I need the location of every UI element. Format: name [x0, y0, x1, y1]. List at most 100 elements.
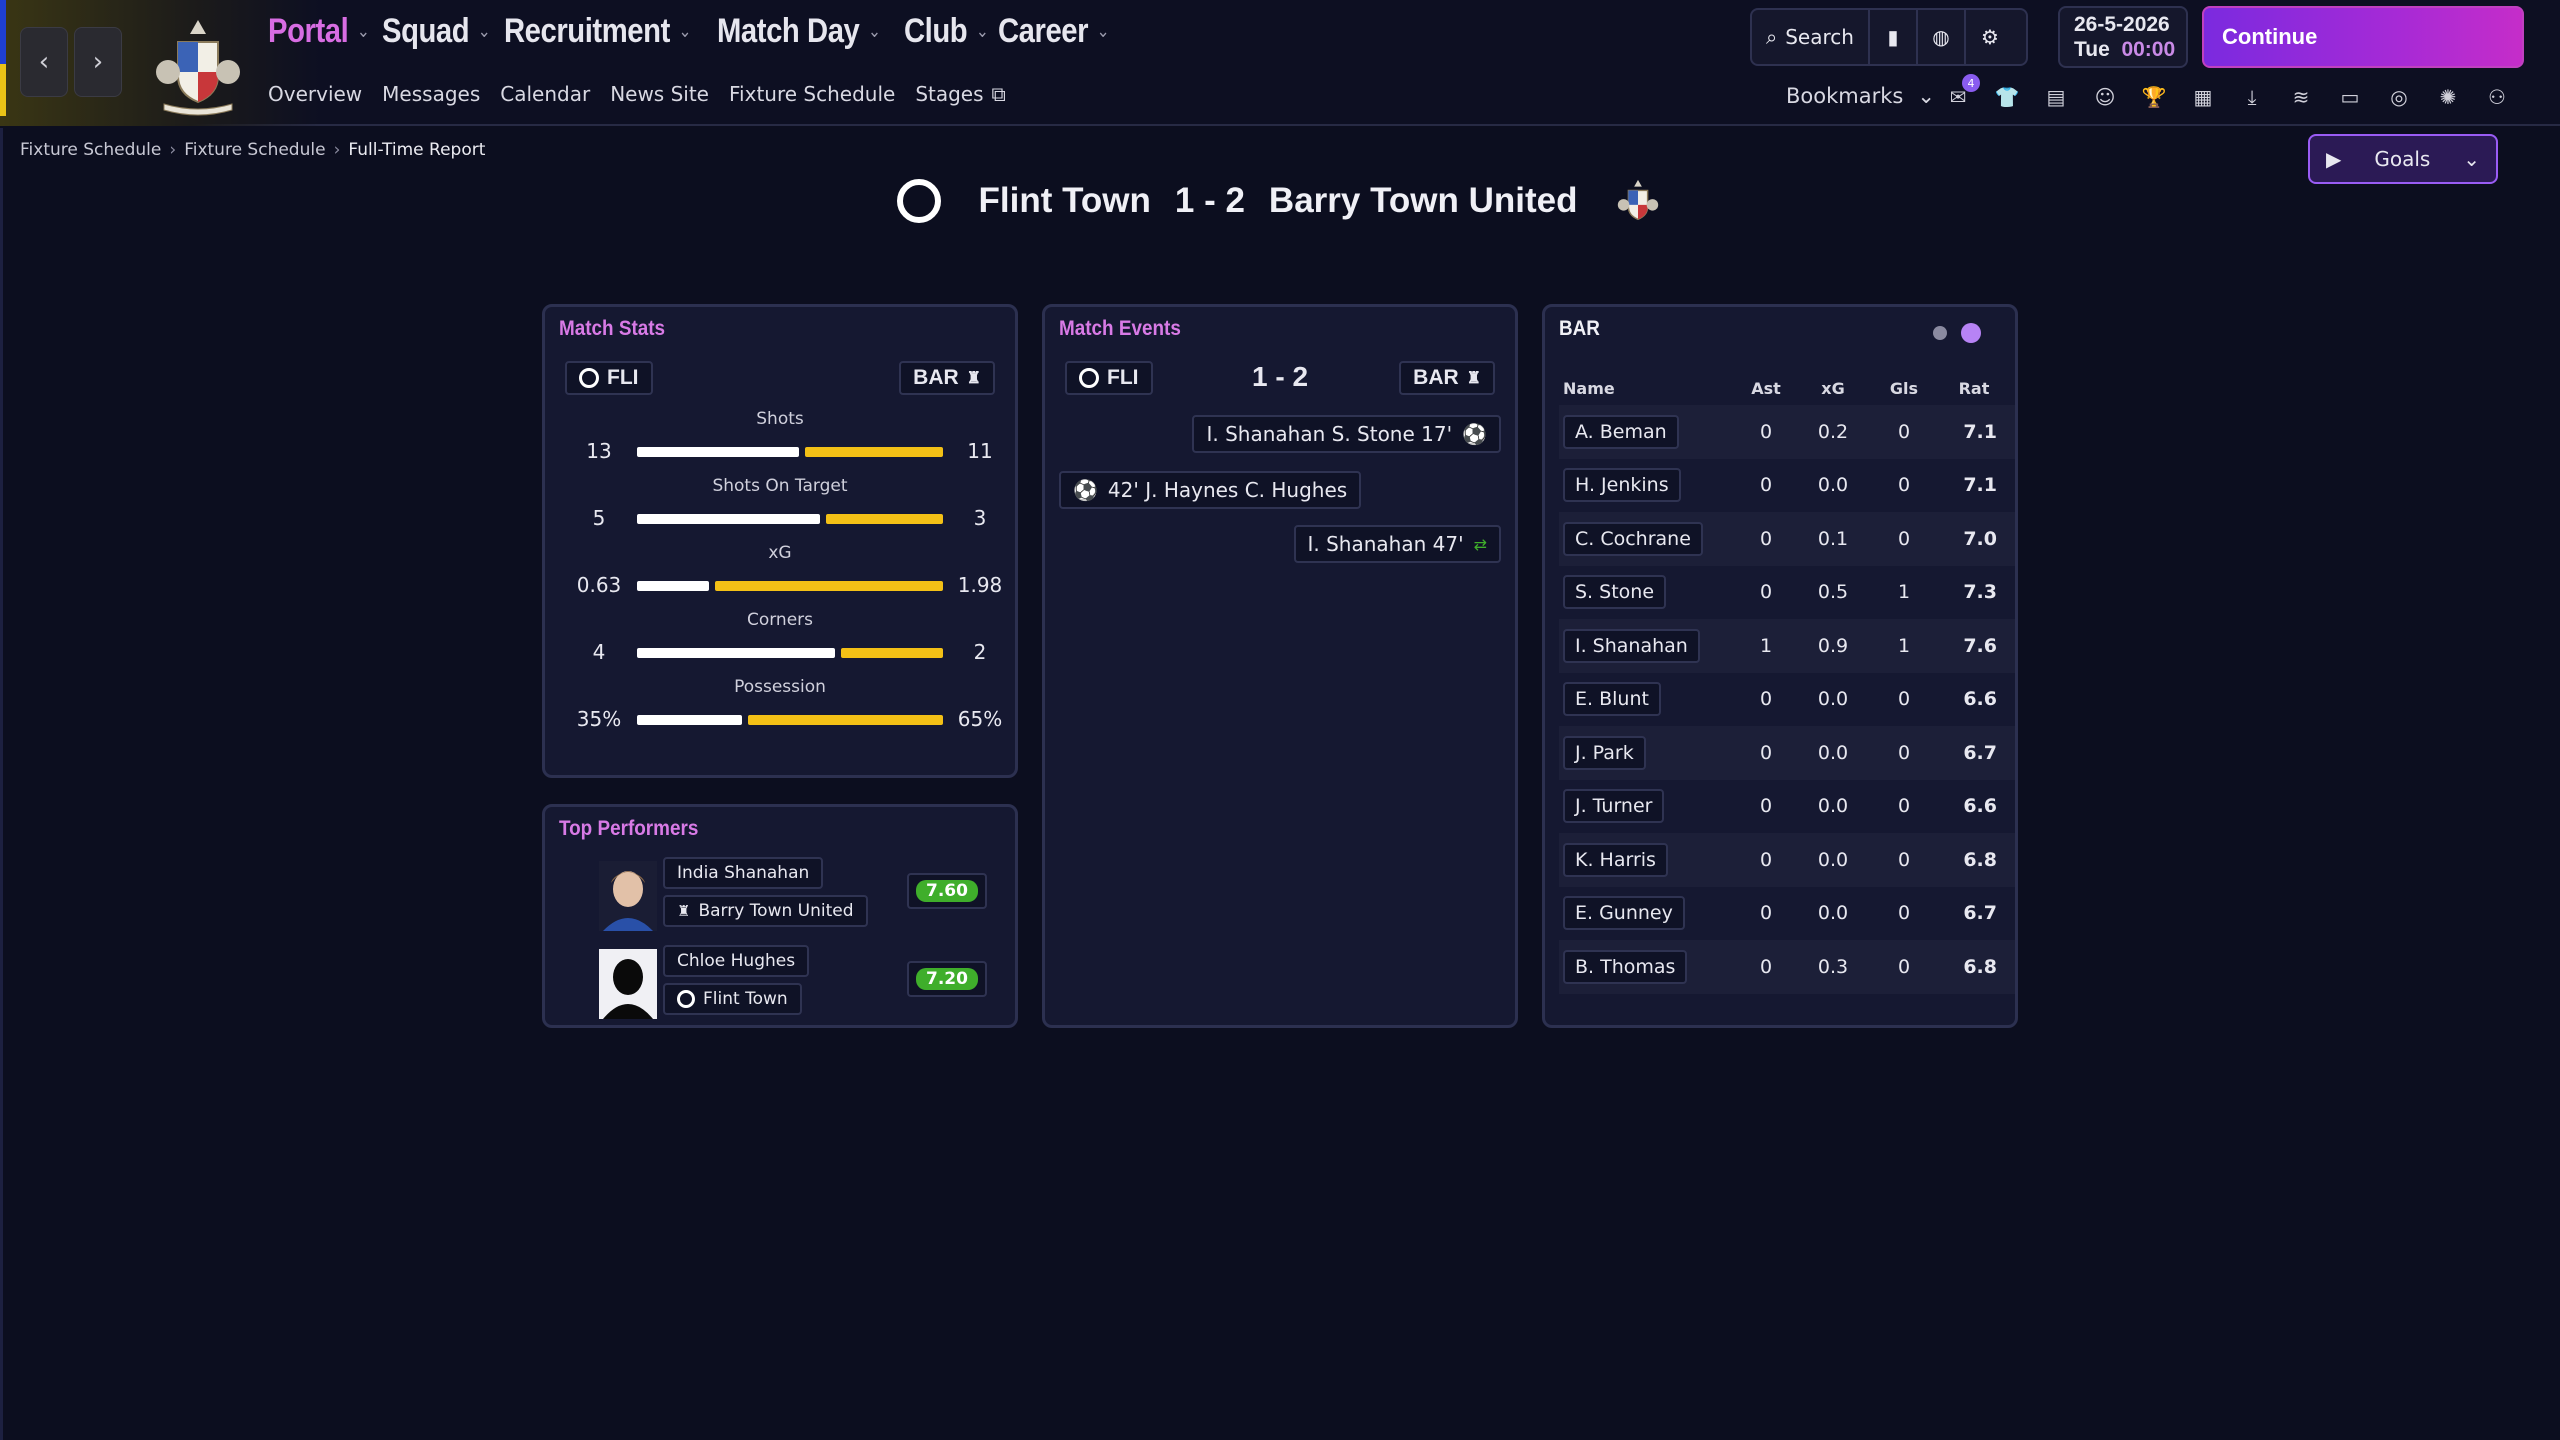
subnav-messages[interactable]: Messages: [382, 82, 480, 106]
page-dot-active[interactable]: [1961, 323, 1981, 343]
rating-value: 7.20: [916, 968, 978, 990]
home-crest-icon[interactable]: [896, 179, 941, 223]
continue-button[interactable]: Continue: [2202, 6, 2524, 68]
player-name[interactable]: J. Park: [1563, 735, 1646, 770]
scoreline: Flint Town 1 - 2 Barry Town United: [0, 176, 2560, 226]
calendar-icon[interactable]: ▦: [2187, 80, 2219, 114]
inbox-icon[interactable]: ✉ 4: [1942, 74, 1980, 114]
target-icon[interactable]: ◎: [2383, 80, 2415, 114]
trophy-icon[interactable]: 🏆: [2138, 80, 2170, 114]
bookmarks-dropdown[interactable]: Bookmarks ⌄: [1786, 84, 1935, 108]
nav-squad[interactable]: Squad ⌄: [382, 12, 491, 51]
nav-portal[interactable]: Portal ⌄: [268, 12, 370, 51]
player-name[interactable]: H. Jenkins: [1563, 468, 1681, 503]
away-team-chip[interactable]: BAR ♜: [1399, 361, 1495, 395]
stat-away-value: 65%: [957, 707, 1003, 731]
home-abbr: FLI: [607, 366, 639, 389]
table-row[interactable]: J. Turner 0 0.0 0 6.6: [1559, 780, 2015, 834]
date-display[interactable]: 26-5-2026 Tue 00:00: [2058, 6, 2188, 68]
staff-icon[interactable]: ☺: [2089, 80, 2121, 114]
tactics-icon[interactable]: ▤: [2040, 80, 2072, 114]
col-xg[interactable]: xG: [1797, 379, 1869, 398]
event-goal[interactable]: ⚽ 42' J. Haynes C. Hughes: [1059, 471, 1362, 509]
performer-team-chip[interactable]: ♜ Barry Town United: [663, 895, 868, 927]
away-crest-icon[interactable]: [1613, 176, 1663, 226]
player-name[interactable]: A. Beman: [1563, 414, 1679, 449]
table-row[interactable]: C. Cochrane 0 0.1 0 7.0: [1559, 512, 2015, 566]
player-name[interactable]: J. Turner: [1563, 789, 1665, 824]
download-icon[interactable]: ⤓: [2236, 80, 2268, 114]
table-row[interactable]: K. Harris 0 0.0 0 6.8: [1559, 833, 2015, 887]
stat-away-value: 3: [973, 506, 987, 530]
table-row[interactable]: A. Beman 0 0.2 0 7.1: [1559, 405, 2015, 459]
table-row[interactable]: I. Shanahan 1 0.9 1 7.6: [1559, 619, 2015, 673]
player-name[interactable]: C. Cochrane: [1563, 521, 1703, 556]
col-ast[interactable]: Ast: [1735, 379, 1797, 398]
finances-icon[interactable]: ≋: [2285, 80, 2317, 114]
nav-club[interactable]: Club ⌄: [904, 12, 989, 51]
nav-recruitment[interactable]: Recruitment ⌄: [504, 12, 691, 51]
top-bar: ‹ › Portal ⌄ Squad ⌄ Recruitment ⌄ Match Da…: [0, 0, 2560, 126]
subnav-calendar[interactable]: Calendar: [500, 82, 590, 106]
stat-label: Shots: [756, 409, 804, 429]
table-row[interactable]: B. Thomas 0 0.3 0 6.8: [1559, 940, 2015, 994]
performer-team-chip[interactable]: Flint Town: [663, 983, 802, 1015]
away-team-chip[interactable]: BAR ♜: [899, 361, 995, 395]
stat-label: Possession: [734, 677, 826, 697]
subnav-fixture-schedule[interactable]: Fixture Schedule: [729, 82, 895, 106]
globe-button[interactable]: ◍: [1918, 10, 1966, 64]
club-crest-icon[interactable]: [148, 12, 248, 116]
goals-cell: 0: [1897, 795, 1911, 818]
col-rat[interactable]: Rat: [1939, 379, 2009, 398]
player-name[interactable]: B. Thomas: [1563, 949, 1688, 984]
home-team-name[interactable]: Flint Town: [979, 181, 1151, 221]
subnav-news-site[interactable]: News Site: [610, 82, 709, 106]
nav-match-day[interactable]: Match Day ⌄: [717, 12, 881, 51]
performer-row[interactable]: India Shanahan ♜ Barry Town United 7.60: [559, 855, 989, 935]
forward-button[interactable]: ›: [74, 27, 122, 97]
performer-row[interactable]: Chloe Hughes Flint Town 7.20: [559, 943, 989, 1023]
player-name[interactable]: I. Shanahan: [1563, 628, 1700, 663]
table-row[interactable]: H. Jenkins 0 0.0 0 7.1: [1559, 459, 2015, 513]
performer-name-chip[interactable]: India Shanahan: [663, 857, 824, 889]
table-row[interactable]: S. Stone 0 0.5 1 7.3: [1559, 566, 2015, 620]
performer-name-chip[interactable]: Chloe Hughes: [663, 945, 810, 977]
away-team-name[interactable]: Barry Town United: [1269, 181, 1578, 221]
assists-cell: 0: [1759, 527, 1773, 550]
event-substitution[interactable]: I. Shanahan 47' ⇄: [1293, 525, 1501, 563]
player-name[interactable]: K. Harris: [1563, 842, 1668, 877]
breadcrumb-item[interactable]: Fixture Schedule: [20, 140, 161, 160]
panel-title: Match Stats: [559, 317, 666, 340]
assists-cell: 1: [1759, 634, 1773, 657]
table-row[interactable]: E. Blunt 0 0.0 0 6.6: [1559, 673, 2015, 727]
notebook-button[interactable]: ▮: [1870, 10, 1918, 64]
rating-cell: 6.7: [1963, 741, 1997, 764]
player-name[interactable]: E. Blunt: [1563, 682, 1661, 717]
table-row[interactable]: E. Gunney 0 0.0 0 6.7: [1559, 887, 2015, 941]
stat-home-bar: [637, 447, 799, 457]
subnav-overview[interactable]: Overview: [268, 82, 362, 106]
main-nav: Portal ⌄ Squad ⌄ Recruitment ⌄ Match Day ⌄ C…: [268, 12, 1109, 51]
kit-icon[interactable]: 👕: [1991, 80, 2023, 114]
event-goal[interactable]: I. Shanahan S. Stone 17' ⚽: [1192, 415, 1501, 453]
back-button[interactable]: ‹: [20, 27, 68, 97]
home-team-chip[interactable]: FLI: [565, 361, 653, 395]
ticket-icon[interactable]: ▭: [2334, 80, 2366, 114]
table-row[interactable]: J. Park 0 0.0 0 6.7: [1559, 726, 2015, 780]
subnav-stages[interactable]: Stages ⧉: [915, 82, 1006, 106]
player-name[interactable]: E. Gunney: [1563, 896, 1685, 931]
settings-button[interactable]: ⚙: [1966, 10, 2014, 64]
breadcrumb-item[interactable]: Fixture Schedule: [184, 140, 325, 160]
scouting-icon[interactable]: ✺: [2432, 80, 2464, 114]
col-gls[interactable]: Gls: [1869, 379, 1939, 398]
user-settings-icon[interactable]: ⚇: [2481, 80, 2513, 114]
player-name[interactable]: S. Stone: [1563, 575, 1667, 610]
col-name[interactable]: Name: [1559, 379, 1735, 398]
ball-icon: ⚽: [1462, 422, 1487, 446]
nav-career[interactable]: Career ⌄: [998, 12, 1110, 51]
page-dot[interactable]: [1933, 326, 1947, 340]
performer-name: Chloe Hughes: [677, 951, 796, 971]
stat-home-bar: [637, 581, 709, 591]
rating-cell: 7.1: [1963, 420, 1997, 443]
search-button[interactable]: ⌕ Search: [1752, 10, 1870, 64]
